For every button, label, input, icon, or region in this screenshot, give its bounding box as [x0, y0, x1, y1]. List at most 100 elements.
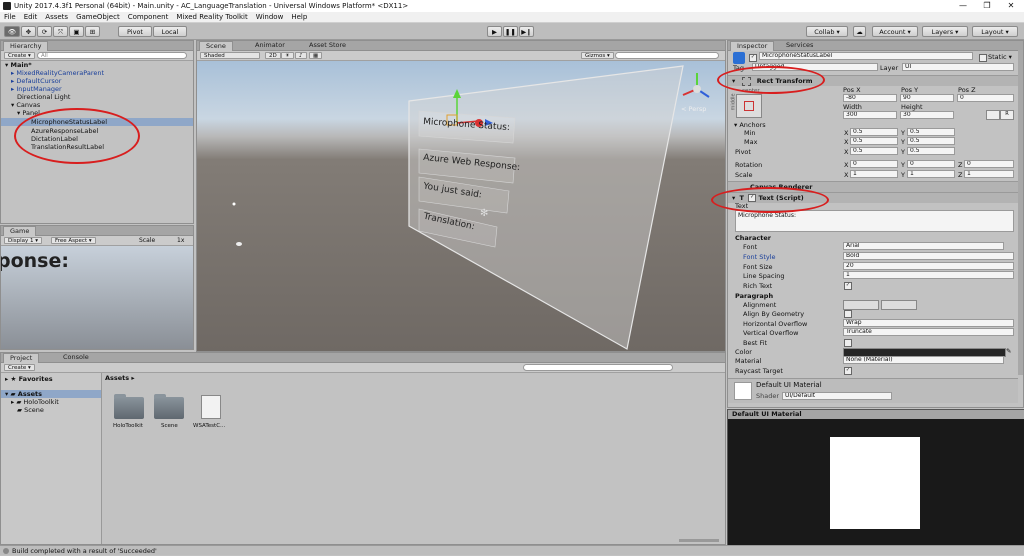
- rot-x-field[interactable]: 0: [850, 160, 898, 168]
- hand-tool-icon[interactable]: 👁: [4, 26, 20, 37]
- scene-search-input[interactable]: [615, 52, 719, 59]
- project-tree-item[interactable]: ▸ ▰ HoloToolkit: [11, 398, 59, 406]
- scene-root[interactable]: ▾ Main*: [5, 61, 32, 69]
- folder-icon[interactable]: [114, 394, 144, 419]
- static-label[interactable]: Static ▾: [988, 53, 1012, 61]
- min-x-field[interactable]: 0.5: [850, 128, 898, 136]
- raw-edit-icon[interactable]: R: [1000, 110, 1014, 120]
- tag-select[interactable]: Untagged: [752, 63, 878, 71]
- font-field[interactable]: Arial: [843, 242, 1004, 250]
- effects-toggle-icon[interactable]: ▦: [309, 52, 323, 59]
- close-icon[interactable]: ✕: [1000, 0, 1022, 11]
- shading-select[interactable]: Shaded: [200, 52, 260, 59]
- inspector-scrollbar[interactable]: [1018, 50, 1023, 375]
- menu-file[interactable]: File: [0, 12, 20, 23]
- display-select[interactable]: Display 1 ▾: [4, 237, 43, 244]
- scale-tool-icon[interactable]: ⤧: [53, 26, 68, 37]
- project-tree-item[interactable]: ▰ Scene: [17, 406, 44, 414]
- max-x-field[interactable]: 0.5: [850, 137, 898, 145]
- folder-icon[interactable]: [154, 394, 184, 419]
- local-toggle-button[interactable]: Local: [153, 26, 187, 37]
- font-size-field[interactable]: 20: [843, 262, 1014, 270]
- pos-z-field[interactable]: 0: [957, 94, 1014, 102]
- pos-y-field[interactable]: 90: [900, 94, 954, 102]
- hierarchy-item-selected[interactable]: MicrophoneStatusLabel: [1, 118, 193, 126]
- rich-text-checkbox[interactable]: ✓: [844, 282, 852, 290]
- pivot-toggle-button[interactable]: Pivot: [118, 26, 152, 37]
- best-fit-checkbox[interactable]: [844, 339, 852, 347]
- shader-select[interactable]: UI/Default: [782, 392, 892, 400]
- scale-y-field[interactable]: 1: [907, 170, 955, 178]
- tab-console[interactable]: Console: [57, 353, 95, 362]
- menu-component[interactable]: Component: [124, 12, 173, 23]
- text-value-area[interactable]: Microphone Status:: [735, 210, 1014, 232]
- raycast-checkbox[interactable]: ✓: [844, 367, 852, 375]
- play-button[interactable]: ▶: [487, 26, 502, 37]
- game-view[interactable]: ponse:: [1, 246, 193, 349]
- rect-transform-header[interactable]: ▾ Rect Transform: [728, 75, 1018, 86]
- menu-help[interactable]: Help: [287, 12, 311, 23]
- rot-z-field[interactable]: 0: [964, 160, 1014, 168]
- move-tool-icon[interactable]: ✥: [21, 26, 36, 37]
- width-field[interactable]: 300: [843, 111, 897, 119]
- tab-inspector[interactable]: Inspector: [730, 41, 775, 51]
- align-geometry-checkbox[interactable]: [844, 310, 852, 318]
- tab-scene[interactable]: Scene: [199, 41, 233, 51]
- favorites-item[interactable]: ▸ ★ Favorites: [5, 375, 53, 383]
- light-toggle-icon[interactable]: ☀: [281, 52, 294, 59]
- text-enabled-checkbox[interactable]: ✓: [748, 194, 757, 202]
- tab-project[interactable]: Project: [3, 353, 40, 363]
- v-overflow-select[interactable]: Truncate: [843, 328, 1014, 336]
- scale-x-field[interactable]: 1: [850, 170, 898, 178]
- minimize-icon[interactable]: —: [952, 0, 974, 11]
- rect-tool-icon[interactable]: ▣: [69, 26, 84, 37]
- hierarchy-item[interactable]: ▸ InputManager: [11, 85, 62, 93]
- anchor-preset-button[interactable]: [736, 94, 762, 118]
- menu-assets[interactable]: Assets: [41, 12, 72, 23]
- line-spacing-field[interactable]: 1: [843, 271, 1014, 279]
- tab-asset-store[interactable]: Asset Store: [303, 41, 352, 50]
- hierarchy-create-button[interactable]: Create ▾: [4, 52, 35, 59]
- hierarchy-item[interactable]: ▾ Panel: [17, 109, 40, 117]
- menu-window[interactable]: Window: [252, 12, 288, 23]
- pause-button[interactable]: ❚❚: [503, 26, 518, 37]
- hierarchy-item[interactable]: Directional Light: [17, 93, 70, 101]
- blueprint-mode-icon[interactable]: [986, 110, 1000, 120]
- static-checkbox[interactable]: [979, 54, 987, 62]
- vertical-alignment-buttons[interactable]: [881, 300, 917, 310]
- rot-y-field[interactable]: 0: [907, 160, 955, 168]
- scale-z-field[interactable]: 1: [964, 170, 1014, 178]
- project-create-button[interactable]: Create ▾: [4, 364, 35, 371]
- layers-button[interactable]: Layers ▾: [922, 26, 968, 37]
- gizmos-button[interactable]: Gizmos ▾: [581, 52, 614, 59]
- hierarchy-item[interactable]: ▸ DefaultCursor: [11, 77, 61, 85]
- text-script-header[interactable]: ▾ T ✓ Text (Script): [728, 192, 1018, 203]
- scene-view[interactable]: ✻ Microphone Status: Azure Web Response:…: [197, 61, 725, 351]
- active-checkbox[interactable]: ✓: [749, 54, 757, 62]
- audio-toggle-icon[interactable]: ♪: [295, 52, 307, 59]
- font-style-select[interactable]: Bold: [843, 252, 1014, 260]
- pivot-x-field[interactable]: 0.5: [850, 147, 898, 155]
- hierarchy-item[interactable]: AzureResponseLabel: [31, 127, 98, 135]
- maximize-icon[interactable]: ❐: [976, 0, 998, 11]
- layout-button[interactable]: Layout ▾: [972, 26, 1018, 37]
- tab-animator[interactable]: Animator: [249, 41, 291, 50]
- canvas-renderer-header[interactable]: Canvas Renderer: [728, 181, 1018, 192]
- rotate-tool-icon[interactable]: ⟳: [37, 26, 52, 37]
- project-breadcrumb[interactable]: Assets ▸: [105, 374, 135, 382]
- layer-select[interactable]: UI: [902, 63, 1014, 71]
- anchors-foldout[interactable]: ▾ Anchors: [734, 121, 766, 129]
- project-search-input[interactable]: [523, 364, 673, 371]
- persp-label[interactable]: < Persp: [681, 105, 706, 113]
- tab-hierarchy[interactable]: Hierarchy: [3, 41, 49, 51]
- menu-mrtk[interactable]: Mixed Reality Toolkit: [172, 12, 251, 23]
- material-field[interactable]: None (Material): [843, 356, 1004, 364]
- hierarchy-item[interactable]: TranslationResultLabel: [31, 143, 104, 151]
- collab-button[interactable]: Collab ▾: [806, 26, 848, 37]
- transform-tool-icon[interactable]: ⊞: [85, 26, 100, 37]
- assets-root-item[interactable]: ▾ ▰ Assets: [1, 390, 101, 398]
- h-overflow-select[interactable]: Wrap: [843, 319, 1014, 327]
- 2d-toggle[interactable]: 2D: [265, 52, 281, 59]
- eyedropper-icon[interactable]: ✎: [1006, 347, 1011, 355]
- pos-x-field[interactable]: -80: [843, 94, 897, 102]
